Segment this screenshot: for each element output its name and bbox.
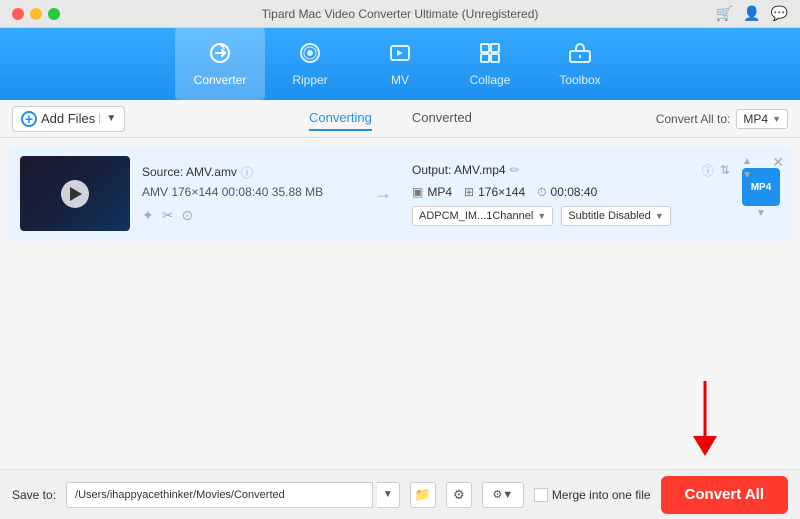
nav-item-converter[interactable]: Converter xyxy=(175,28,265,100)
merge-label: Merge into one file xyxy=(552,488,651,502)
ripper-icon xyxy=(298,41,322,69)
conversion-arrow-icon: → xyxy=(374,183,392,204)
duration-spec: ⏱ 00:08:40 xyxy=(537,185,597,200)
maximize-window-button[interactable] xyxy=(48,8,60,20)
save-path-input[interactable] xyxy=(66,482,373,508)
nav-item-collage[interactable]: Collage xyxy=(445,28,535,100)
toolbox-label: Toolbox xyxy=(559,73,600,87)
enhance-icon[interactable]: ✦ xyxy=(142,207,154,224)
remove-file-button[interactable]: ✕ xyxy=(772,154,784,171)
video-thumbnail xyxy=(20,156,130,231)
extra-icon: ⚙▼ xyxy=(492,488,513,501)
add-files-button[interactable]: + Add Files ▼ xyxy=(12,106,125,132)
play-button[interactable] xyxy=(61,180,89,208)
duration-icon: ⏱ xyxy=(537,185,546,200)
output-dropdowns: ADPCM_IM...1Channel ▼ Subtitle Disabled … xyxy=(412,206,730,226)
message-icon[interactable]: 💬 xyxy=(771,5,788,22)
format-select-dropdown[interactable]: MP4 ▼ xyxy=(736,109,788,129)
title-bar: Tipard Mac Video Converter Ultimate (Unr… xyxy=(0,0,800,28)
file-actions: ✦ ✂ ⊙ xyxy=(142,207,354,224)
convert-all-button[interactable]: Convert All xyxy=(661,476,788,514)
output-header-actions: ⓘ ⇅ xyxy=(702,162,730,179)
bottom-bar: Save to: ▼ 📁 ⚙ ⚙▼ Merge into one file Co… xyxy=(0,469,800,519)
move-up-button[interactable]: ▲ xyxy=(742,156,752,168)
output-info: Output: AMV.mp4 ✏ ⓘ ⇅ ▣ MP4 ⊞ 176×144 xyxy=(412,162,730,226)
mv-icon xyxy=(388,41,412,69)
move-down-button[interactable]: ▼ xyxy=(742,170,752,182)
output-sort-icon[interactable]: ⇅ xyxy=(720,163,730,177)
format-icon: ▣ xyxy=(412,185,423,199)
traffic-lights xyxy=(12,8,60,20)
converter-icon xyxy=(208,41,232,69)
nav-item-mv[interactable]: MV xyxy=(355,28,445,100)
thumbnail-inner xyxy=(20,156,130,231)
browse-folder-button[interactable]: 📁 xyxy=(410,482,436,508)
merge-checkbox[interactable] xyxy=(534,488,548,502)
add-files-dropdown-arrow[interactable]: ▼ xyxy=(99,113,116,124)
save-to-label: Save to: xyxy=(12,488,56,502)
window-title: Tipard Mac Video Converter Ultimate (Unr… xyxy=(262,7,539,21)
output-name: Output: AMV.mp4 ✏ xyxy=(412,163,520,177)
output-header: Output: AMV.mp4 ✏ ⓘ ⇅ xyxy=(412,162,730,179)
source-label: Source: AMV.amv ⓘ xyxy=(142,164,354,181)
folder-icon: 📁 xyxy=(415,487,431,503)
cut-icon[interactable]: ✂ xyxy=(162,207,174,224)
file-item: Source: AMV.amv ⓘ AMV 176×144 00:08:40 3… xyxy=(8,146,792,241)
output-edit-icon[interactable]: ✏ xyxy=(510,163,520,177)
format-badge-chevron-down[interactable]: ▼ xyxy=(756,208,766,219)
extra-settings-button[interactable]: ⚙▼ xyxy=(482,482,524,508)
mv-label: MV xyxy=(391,73,409,87)
content-area: Source: AMV.amv ⓘ AMV 176×144 00:08:40 3… xyxy=(0,138,800,469)
format-spec: ▣ MP4 xyxy=(412,185,452,199)
settings-button[interactable]: ⚙ xyxy=(446,482,472,508)
collage-icon xyxy=(478,41,502,69)
source-info-icon[interactable]: ⓘ xyxy=(241,164,253,181)
converter-label: Converter xyxy=(194,73,247,87)
convert-all-to-label: Convert All to: MP4 ▼ xyxy=(656,109,788,129)
nav-item-toolbox[interactable]: Toolbox xyxy=(535,28,625,100)
resolution-spec: ⊞ 176×144 xyxy=(464,185,525,199)
save-path-dropdown-arrow[interactable]: ▼ xyxy=(377,482,400,508)
add-files-label: Add Files xyxy=(41,111,95,126)
toolbar: + Add Files ▼ Converting Converted Conve… xyxy=(0,100,800,138)
nav-item-ripper[interactable]: Ripper xyxy=(265,28,355,100)
nav-bar: Converter Ripper MV xyxy=(0,28,800,100)
minimize-window-button[interactable] xyxy=(30,8,42,20)
play-icon xyxy=(70,187,82,201)
cart-icon[interactable]: 🛒 xyxy=(716,5,733,22)
save-path-container: ▼ xyxy=(66,482,400,508)
close-window-button[interactable] xyxy=(12,8,24,20)
tab-converting[interactable]: Converting xyxy=(309,106,372,131)
effects-icon[interactable]: ⊙ xyxy=(181,207,193,224)
item-reorder-buttons: ▲ ▼ xyxy=(742,156,752,182)
file-info: Source: AMV.amv ⓘ AMV 176×144 00:08:40 3… xyxy=(142,164,354,224)
toolbar-tabs: Converting Converted xyxy=(125,106,656,131)
file-meta: AMV 176×144 00:08:40 35.88 MB xyxy=(142,185,354,199)
resolution-icon: ⊞ xyxy=(464,185,474,199)
tab-converted[interactable]: Converted xyxy=(412,106,472,131)
collage-label: Collage xyxy=(470,73,511,87)
subtitle-dropdown[interactable]: Subtitle Disabled ▼ xyxy=(561,206,670,226)
ripper-label: Ripper xyxy=(292,73,327,87)
format-badge-label: MP4 xyxy=(751,182,772,193)
add-files-plus-icon: + xyxy=(21,111,37,127)
audio-channel-dropdown[interactable]: ADPCM_IM...1Channel ▼ xyxy=(412,206,553,226)
output-info-icon[interactable]: ⓘ xyxy=(702,162,714,179)
audio-channel-arrow: ▼ xyxy=(537,211,546,221)
settings-icon: ⚙ xyxy=(453,487,465,503)
format-select-arrow: ▼ xyxy=(772,114,781,124)
user-icon[interactable]: 👤 xyxy=(743,5,760,22)
arrow-area: → xyxy=(366,183,400,204)
toolbox-icon xyxy=(568,41,592,69)
subtitle-arrow: ▼ xyxy=(655,211,664,221)
merge-checkbox-area: Merge into one file xyxy=(534,488,651,502)
output-specs: ▣ MP4 ⊞ 176×144 ⏱ 00:08:40 xyxy=(412,185,730,200)
